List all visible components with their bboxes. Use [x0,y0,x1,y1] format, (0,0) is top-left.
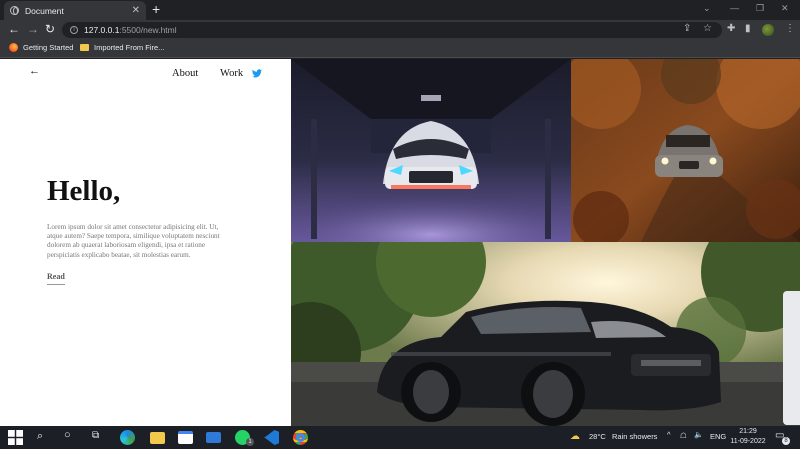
url-host: 127.0.0.1 [84,25,120,35]
close-window-icon[interactable]: ✕ [781,3,789,14]
firefox-icon [9,43,18,52]
url-path: :5500/new.html [119,25,177,35]
notification-badge: 8 [782,437,790,445]
nav-about-link[interactable]: About [172,68,198,79]
minimize-icon[interactable]: — [730,3,739,13]
share-icon[interactable]: ⇪ [683,23,691,35]
back-button[interactable]: ← [8,22,20,36]
windows-start-icon[interactable] [8,430,23,445]
side-panel-icon[interactable]: ▮ [745,23,751,35]
back-arrow-icon[interactable]: ← [29,65,40,77]
browser-toolbar: ← → ↻ i 127.0.0.1:5500/new.html ⇪ ☆ ✚ ▮ … [0,20,800,40]
extensions-icon[interactable]: ✚ [727,23,735,35]
tab-title: Document [25,5,64,16]
whatsapp-badge: 1 [246,438,254,446]
clock[interactable]: 21:29 11-09-2022 [730,427,766,447]
chevron-up-icon[interactable]: ^ [667,430,671,439]
bookmark-folder-imported[interactable]: Imported From Fire... [80,43,164,52]
title-bar: Document ✕ + ⌄ — ❐ ✕ [0,0,800,20]
weather-text[interactable]: Rain showers [612,432,657,441]
globe-icon [10,6,19,15]
bookmarks-bar: Getting Started Imported From Fire... [0,40,800,58]
bookmark-star-icon[interactable]: ☆ [703,23,712,35]
browser-tab[interactable]: Document ✕ [4,1,146,20]
tab-search-icon[interactable]: ⌄ [703,3,711,14]
edge-scroll-widget [783,291,800,425]
read-link[interactable]: Read [47,272,65,285]
car-in-garage-photo [291,59,571,242]
mail-icon[interactable] [206,432,221,443]
black-mustang-sunset-photo [291,242,800,426]
twitter-icon[interactable] [252,69,262,78]
network-icon[interactable]: ☖ [680,431,687,440]
new-tab-button[interactable]: + [152,2,160,16]
weather-icon[interactable]: ☁ [570,431,580,442]
bookmark-label: Getting Started [23,43,74,52]
profile-avatar[interactable] [762,24,774,36]
taskbar: ⌕ ○ ⧉ 1 ☁ 28°C Rain showers ^ ☖ 🔈 ENG 21… [0,426,800,449]
hero-heading: Hello, [47,175,121,207]
hero-paragraph: Lorem ipsum dolor sit amet consectetur a… [47,223,220,259]
weather-temp[interactable]: 28°C [589,432,606,441]
bookmark-getting-started[interactable]: Getting Started [9,43,73,52]
file-explorer-icon[interactable] [150,432,165,444]
cortana-icon[interactable]: ○ [64,429,71,441]
close-tab-icon[interactable]: ✕ [132,5,140,16]
reload-button[interactable]: ↻ [45,22,55,36]
page-viewport: ← About Work Hello, Lorem ipsum dolor si… [0,59,800,426]
bookmark-label: Imported From Fire... [94,43,165,52]
restore-icon[interactable]: ❐ [756,3,764,14]
clock-date: 11-09-2022 [730,438,766,445]
nav-work-link[interactable]: Work [220,68,243,79]
chrome-icon[interactable] [293,430,308,445]
menu-icon[interactable]: ⋮ [785,23,795,35]
hero-panel: ← About Work Hello, Lorem ipsum dolor si… [0,59,291,426]
folder-icon [80,44,89,51]
microsoft-store-icon[interactable] [178,431,193,444]
language-indicator[interactable]: ENG [710,432,726,441]
address-bar[interactable]: i 127.0.0.1:5500/new.html [62,22,722,38]
car-on-autumn-road-photo [571,59,800,242]
task-view-icon[interactable]: ⧉ [92,430,99,441]
volume-icon[interactable]: 🔈 [694,430,703,439]
edge-browser-icon[interactable] [120,430,135,445]
clock-time: 21:29 [739,428,757,435]
site-info-icon[interactable]: i [70,26,78,34]
vscode-icon[interactable] [264,430,279,445]
forward-button[interactable]: → [27,22,39,36]
search-icon[interactable]: ⌕ [37,430,43,443]
